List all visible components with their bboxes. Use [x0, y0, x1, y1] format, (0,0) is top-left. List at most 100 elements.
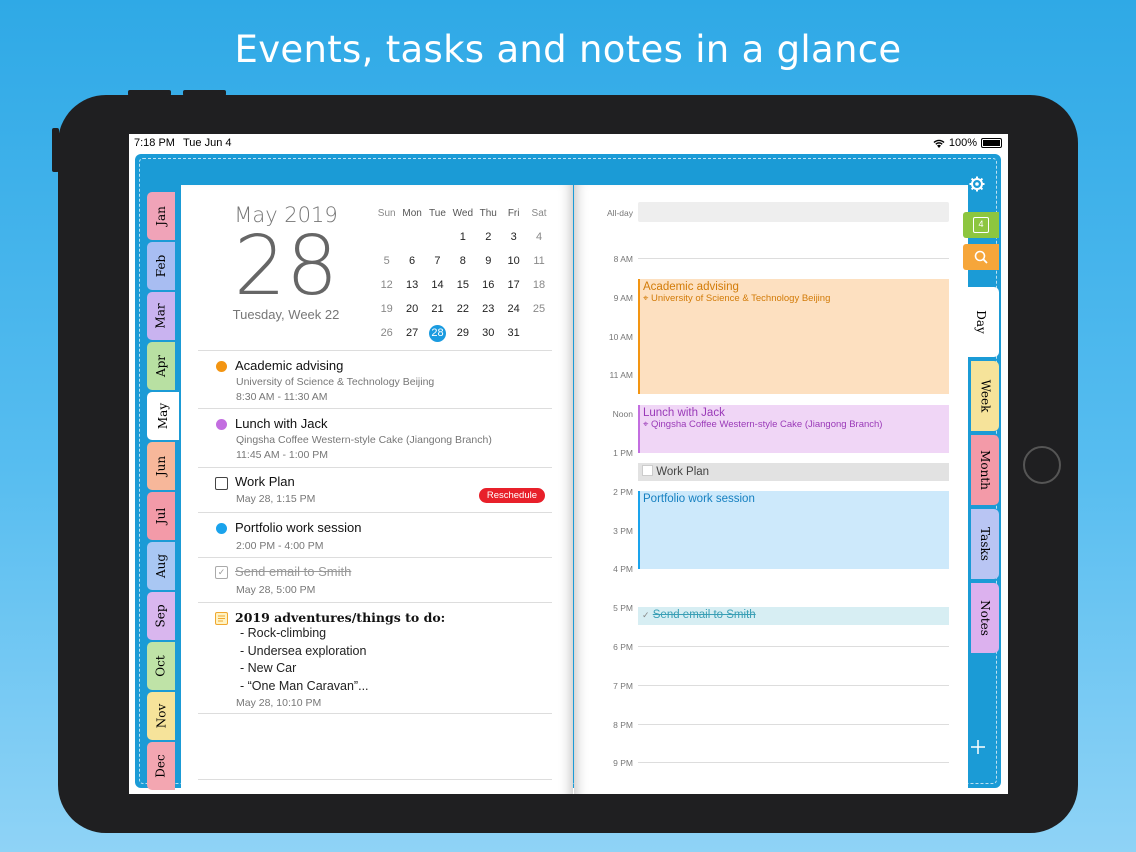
volume-button [183, 90, 226, 96]
hour-label: Noon [612, 409, 633, 420]
month-tab[interactable]: Mar [147, 292, 175, 340]
calendar-day[interactable]: 27 [399, 327, 424, 339]
view-tab-month[interactable]: Month [971, 435, 999, 505]
month-tab[interactable]: Aug [147, 542, 175, 590]
view-tab-week[interactable]: Week [971, 361, 999, 431]
calendar-day[interactable]: 26 [374, 327, 399, 339]
month-tab[interactable]: Apr [147, 342, 175, 390]
calendar-day[interactable]: 5 [374, 255, 399, 267]
calendar-day[interactable]: 15 [450, 279, 475, 291]
volume-button [128, 90, 171, 96]
power-button [52, 128, 59, 172]
timeline-event[interactable]: Academic advising ⌖ University of Scienc… [638, 279, 949, 394]
month-tab[interactable]: Nov [147, 692, 175, 740]
calendar-day[interactable]: 1 [450, 231, 475, 243]
calendar-day[interactable]: 23 [476, 303, 501, 315]
task-checkbox[interactable] [642, 465, 653, 476]
item-title: Send email to Smith [235, 564, 352, 579]
list-item[interactable]: Lunch with Jack Qingsha Coffee Western-s… [198, 408, 552, 467]
reschedule-button[interactable]: Reschedule [478, 488, 545, 503]
list-item[interactable]: Work Plan May 28, 1:15 PM Reschedule [198, 467, 552, 512]
calendar-day[interactable]: 18 [526, 279, 551, 291]
hour-label: 10 AM [608, 331, 633, 342]
agenda-list: Academic advising University of Science … [198, 350, 552, 714]
hour-label: 9 AM [613, 292, 633, 303]
status-date: Tue Jun 4 [183, 137, 232, 149]
timeline-task[interactable]: Work Plan [638, 463, 949, 481]
calendar-day[interactable]: 3 [501, 231, 526, 243]
calendar-day-selected[interactable]: 28 [425, 324, 450, 342]
item-time: May 28, 10:10 PM [236, 697, 322, 709]
calendar-day[interactable]: 25 [526, 303, 551, 315]
check-icon: ✓ [642, 610, 650, 620]
search-icon[interactable] [963, 244, 999, 270]
month-tab[interactable]: Jul [147, 492, 175, 540]
task-checkbox-checked[interactable]: ✓ [215, 566, 228, 579]
day-number: 28 [233, 219, 339, 314]
pin-icon: ⌖ [643, 293, 651, 304]
hour-line [638, 258, 949, 259]
calendar-day[interactable]: 10 [501, 255, 526, 267]
hour-label: 1 PM [613, 448, 633, 458]
calendar-day[interactable]: 6 [399, 255, 424, 267]
month-tab[interactable]: Feb [147, 242, 175, 290]
calendar-day[interactable]: 19 [374, 303, 399, 315]
calendar-day[interactable]: 12 [374, 279, 399, 291]
view-tab-label: Tasks [978, 527, 993, 561]
allday-label: All-day [607, 208, 633, 218]
calendar-day[interactable]: 31 [501, 327, 526, 339]
calendar-day[interactable]: 4 [526, 231, 551, 243]
month-tab[interactable]: Sep [147, 592, 175, 640]
calendar-day[interactable]: 7 [425, 255, 450, 267]
calendar-day[interactable]: 29 [450, 327, 475, 339]
month-tab-label: Oct [153, 655, 168, 677]
hour-label: 9 PM [613, 758, 633, 769]
calendar-day[interactable]: 8 [450, 255, 475, 267]
gear-icon[interactable] [969, 176, 985, 192]
headline: Events, tasks and notes in a glance [234, 28, 902, 71]
weekday-header: Wed [452, 207, 474, 219]
item-title: Lunch with Jack [235, 416, 328, 431]
note-icon [215, 612, 228, 625]
calendar-day[interactable]: 20 [399, 303, 424, 315]
month-tab[interactable]: Dec [147, 742, 175, 790]
calendar-day[interactable]: 21 [425, 303, 450, 315]
view-tab-label: Month [978, 450, 993, 490]
calendar-day[interactable]: 24 [501, 303, 526, 315]
home-button[interactable] [1023, 446, 1061, 484]
hour-line [638, 723, 949, 725]
month-tab[interactable]: Jan [147, 192, 175, 240]
calendar-icon[interactable]: 4 [963, 212, 999, 238]
month-tab[interactable]: Oct [147, 642, 175, 690]
list-item[interactable]: ✓ Send email to Smith May 28, 5:00 PM [198, 557, 552, 602]
list-item[interactable]: Academic advising University of Science … [198, 350, 552, 408]
list-item[interactable]: Portfolio work session 2:00 PM - 4:00 PM [198, 512, 552, 557]
calendar-day[interactable]: 9 [476, 255, 501, 267]
event-location: ⌖ University of Science & Technology Bei… [643, 293, 831, 304]
hour-label: 6 PM [613, 642, 633, 652]
view-tab-label: Day [974, 310, 988, 334]
month-tab[interactable]: May [147, 392, 179, 440]
status-time: 7:18 PM [134, 137, 175, 149]
wifi-icon [933, 139, 945, 148]
timeline-event[interactable]: Lunch with Jack ⌖ Qingsha Coffee Western… [638, 405, 949, 453]
month-tab[interactable]: Jun [147, 442, 175, 490]
view-tab-day[interactable]: Day [963, 287, 999, 357]
calendar-day[interactable]: 13 [399, 279, 424, 291]
plus-icon[interactable] [971, 740, 985, 754]
timeline-task[interactable]: ✓ Send email to Smith [638, 607, 949, 625]
view-tab-tasks[interactable]: Tasks [971, 509, 999, 579]
calendar-day[interactable]: 22 [450, 303, 475, 315]
calendar-day[interactable]: 14 [425, 279, 450, 291]
calendar-day[interactable]: 11 [526, 255, 551, 267]
calendar-day[interactable]: 30 [476, 327, 501, 339]
allday-area[interactable] [638, 202, 949, 222]
calendar-day[interactable]: 17 [501, 279, 526, 291]
calendar-day[interactable]: 2 [476, 231, 501, 243]
view-tab-notes[interactable]: Notes [971, 583, 999, 653]
timeline-event[interactable]: Portfolio work session [638, 491, 949, 569]
calendar-day[interactable]: 16 [476, 279, 501, 291]
task-checkbox[interactable] [215, 477, 228, 490]
list-item[interactable]: 2019 adventures/things to do: - Rock-cli… [198, 602, 552, 714]
event-title: Send email to Smith [652, 609, 756, 621]
